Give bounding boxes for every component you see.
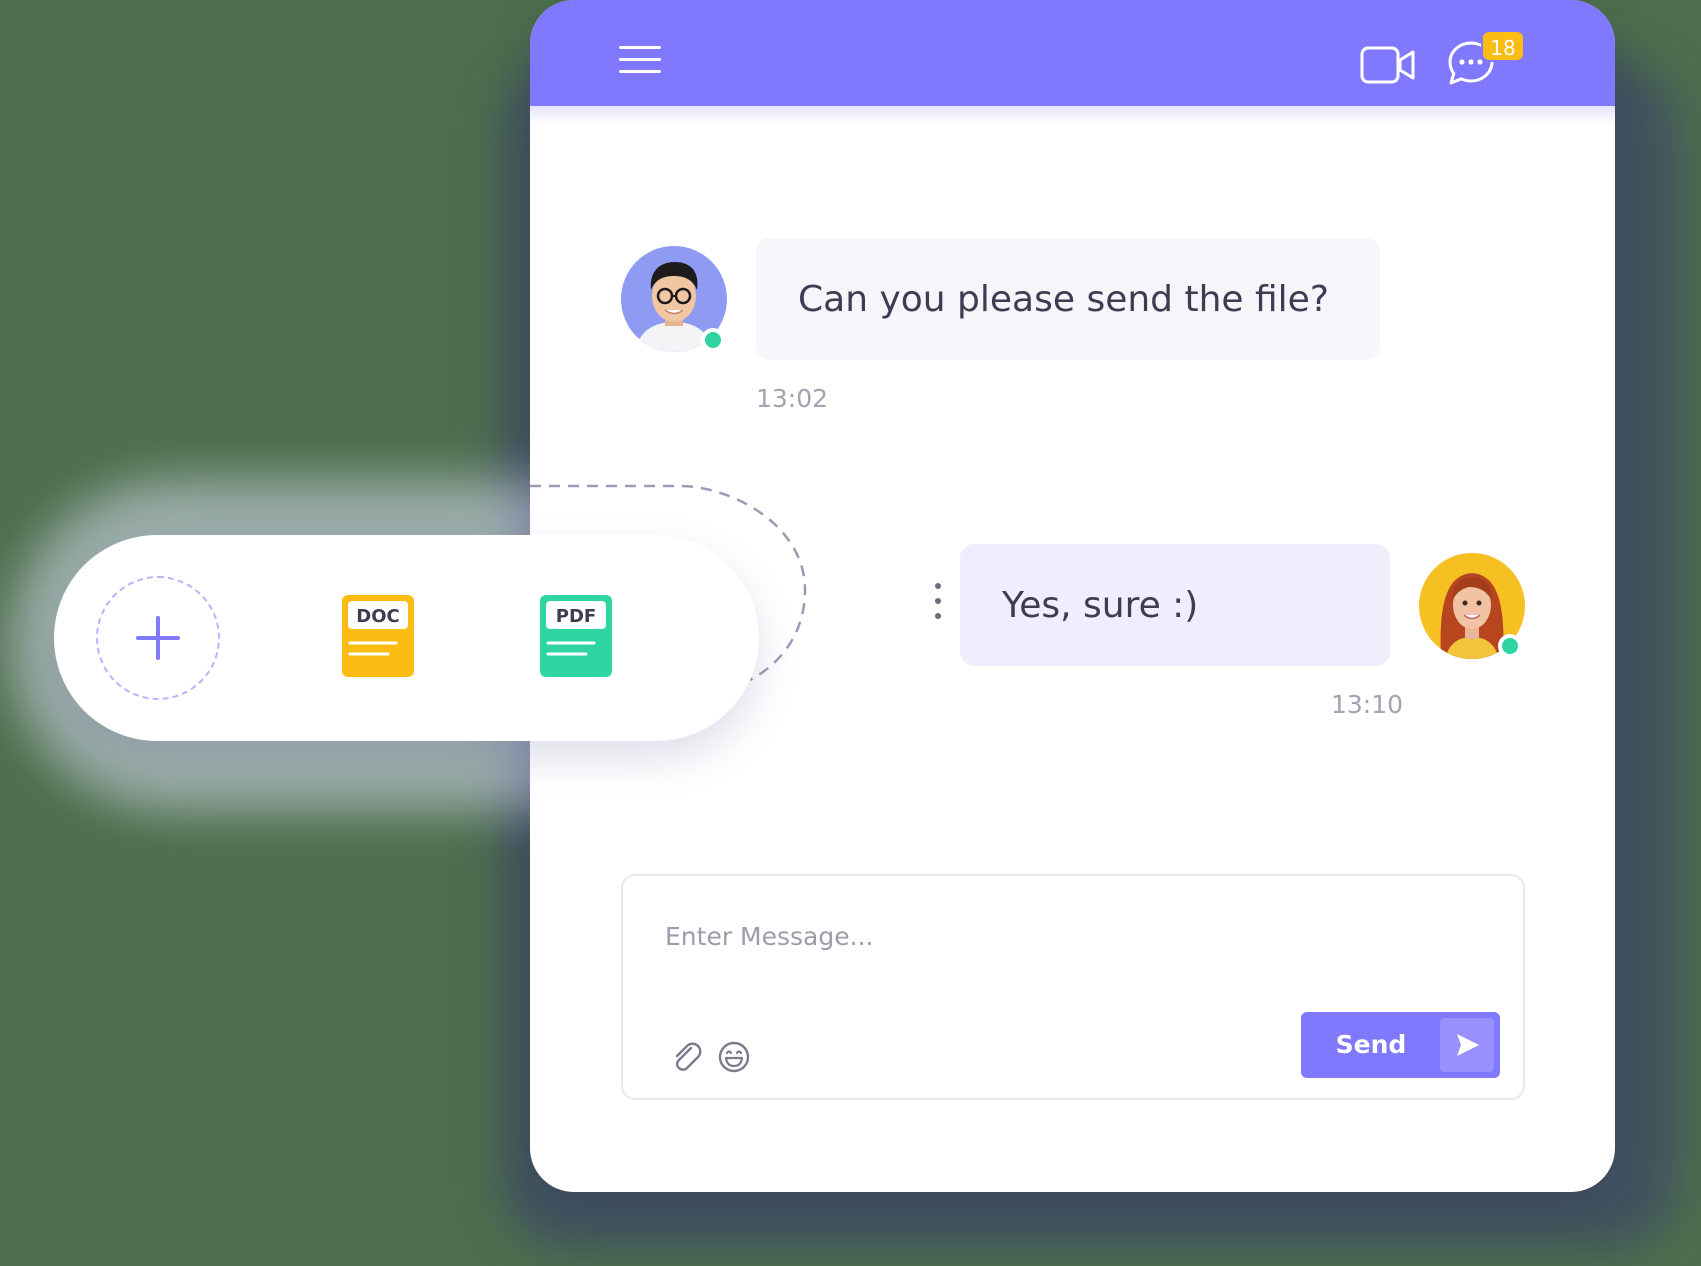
online-status-dot: [1498, 634, 1522, 658]
online-status-dot: [701, 328, 725, 352]
video-camera-icon[interactable]: [1360, 44, 1416, 86]
message-text: Can you please send the file?: [798, 278, 1329, 320]
chat-header: 18: [530, 0, 1615, 106]
message-options-icon[interactable]: [933, 583, 943, 625]
message-timestamp: 13:02: [756, 384, 829, 413]
header-shadow: [530, 106, 1615, 124]
message-composer: Send: [621, 874, 1525, 1100]
pdf-file-icon[interactable]: PDF: [540, 595, 612, 677]
message-input[interactable]: [665, 916, 1265, 956]
smiley-icon[interactable]: [717, 1040, 751, 1074]
add-attachment-button[interactable]: [96, 576, 220, 700]
hamburger-menu-icon[interactable]: [619, 46, 661, 78]
message-timestamp: 13:10: [1331, 690, 1404, 719]
doc-file-label: DOC: [356, 606, 399, 627]
message-bubble-incoming: Can you please send the file?: [756, 238, 1380, 360]
plus-icon: [136, 616, 180, 660]
doc-file-icon[interactable]: DOC: [342, 595, 414, 677]
send-arrow-icon: [1440, 1018, 1494, 1072]
message-text: Yes, sure :): [1002, 584, 1199, 626]
send-button-label: Send: [1335, 1030, 1407, 1059]
unread-count-badge: 18: [1481, 30, 1525, 62]
attachment-picker: DOC PDF: [54, 535, 759, 741]
send-button[interactable]: Send: [1301, 1012, 1500, 1078]
paperclip-icon[interactable]: [669, 1040, 703, 1074]
message-bubble-outgoing: Yes, sure :): [960, 544, 1390, 666]
pdf-file-label: PDF: [556, 606, 596, 627]
